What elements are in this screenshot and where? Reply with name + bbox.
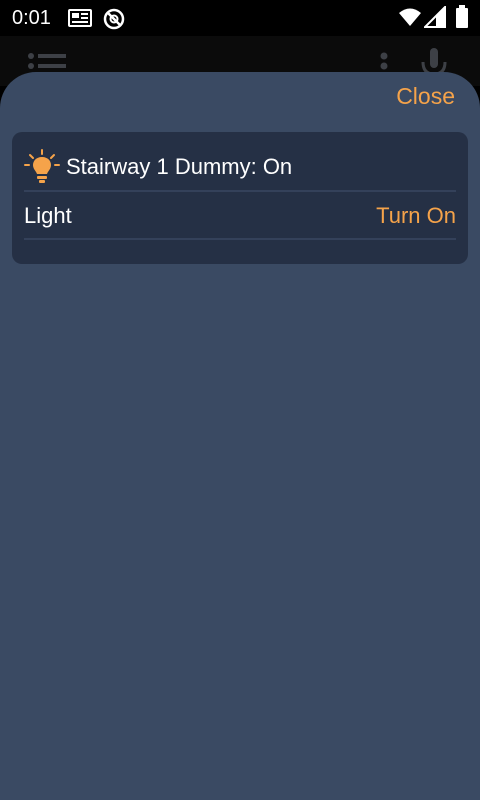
signal-icon bbox=[422, 4, 446, 33]
divider bbox=[24, 190, 456, 192]
screen: 0:01 Close Stairway 1 Dummy: On Light Tu… bbox=[0, 0, 480, 800]
lightbulb-icon bbox=[24, 149, 60, 185]
light-row: Light Turn On bbox=[24, 194, 456, 238]
bottom-sheet: Close Stairway 1 Dummy: On Light Turn On bbox=[0, 72, 480, 800]
card-header: Stairway 1 Dummy: On bbox=[24, 144, 456, 190]
battery-icon bbox=[455, 5, 469, 34]
news-icon bbox=[68, 7, 92, 34]
status-time: 0:01 bbox=[12, 7, 51, 29]
status-bar: 0:01 bbox=[0, 0, 480, 36]
wifi-icon bbox=[398, 6, 422, 33]
entity-card: Stairway 1 Dummy: On Light Turn On bbox=[12, 132, 468, 264]
sync-off-icon bbox=[102, 7, 126, 36]
card-title: Stairway 1 Dummy: On bbox=[66, 154, 293, 179]
light-label: Light bbox=[24, 203, 72, 228]
divider bbox=[24, 238, 456, 240]
turn-on-button[interactable]: Turn On bbox=[376, 203, 456, 229]
close-button[interactable]: Close bbox=[396, 82, 455, 110]
